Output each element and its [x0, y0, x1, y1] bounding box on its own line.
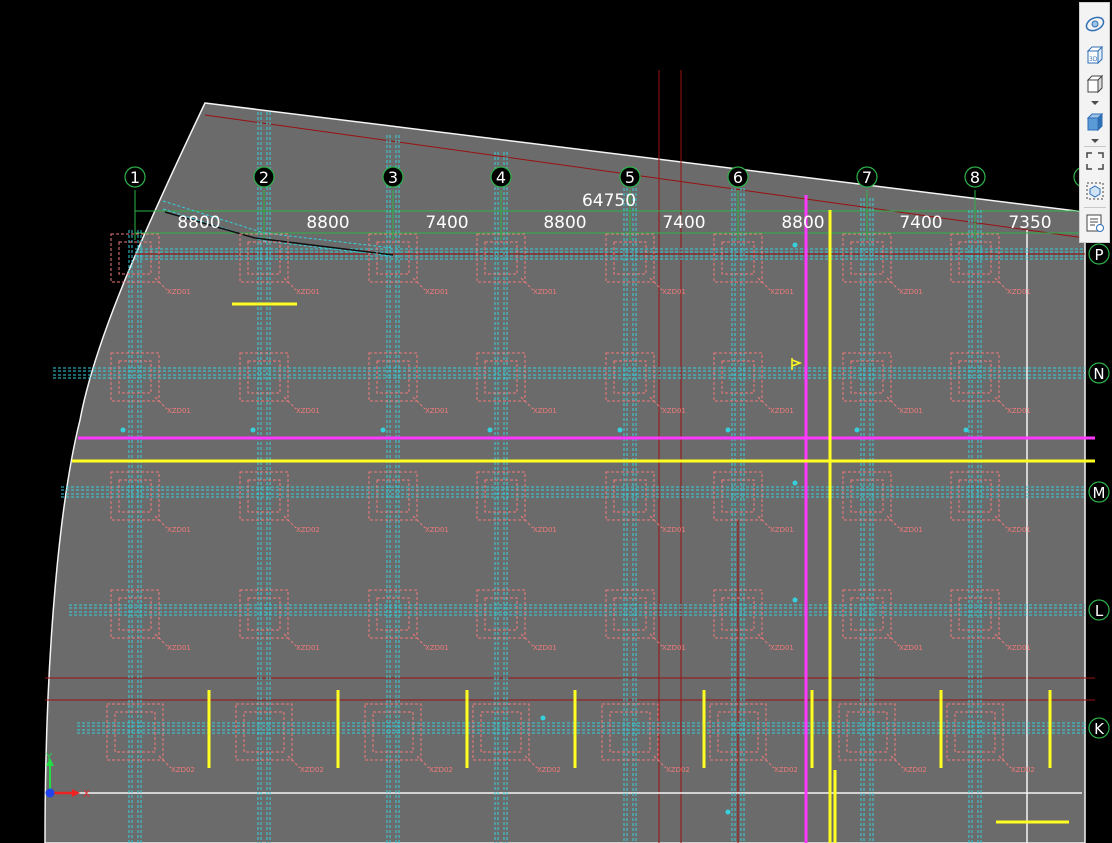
footing-tag: XZD01 — [899, 407, 923, 415]
footing-tag: XZD01 — [533, 288, 557, 296]
footing-tag: XZD01 — [770, 644, 794, 652]
footing-tag: XZD01 — [533, 644, 557, 652]
footing-tag: XZD01 — [167, 288, 191, 296]
beam-marker — [725, 427, 731, 433]
shaded-cube-icon — [1086, 112, 1104, 132]
span-dimension-text: 8800 — [306, 213, 349, 233]
grid-label-column: 2 — [259, 168, 269, 187]
view-cube-icon — [1086, 74, 1104, 94]
beam-marker — [380, 427, 386, 433]
footing-tag: XZD01 — [770, 407, 794, 415]
footing-tag: XZD02 — [666, 766, 690, 774]
footing-tag: XZD01 — [899, 288, 923, 296]
footing-tag: XZD01 — [533, 407, 557, 415]
footing-tag: XZD01 — [425, 644, 449, 652]
footing-tag: XZD02 — [171, 766, 195, 774]
grid-label-row: N — [1093, 365, 1104, 383]
3d-view-button[interactable]: 3D — [1083, 43, 1107, 67]
grid-label-row: L — [1095, 602, 1104, 620]
cad-viewport[interactable]: XZD01 XZD01 XZD01 XZD01 XZD01 XZD01 XZD01 XZD01… — [0, 0, 1112, 843]
footing-tag: XZD02 — [903, 766, 927, 774]
orbit-icon — [1085, 16, 1105, 32]
svg-text:3D: 3D — [1089, 56, 1098, 63]
beam-marker — [725, 809, 731, 815]
grid-label-row: M — [1093, 484, 1106, 502]
footing-tag: XZD01 — [296, 644, 320, 652]
ucs-origin — [45, 788, 55, 798]
drawing-canvas[interactable]: XZD01 XZD01 XZD01 XZD01 XZD01 XZD01 XZD01 XZD01… — [0, 0, 1112, 843]
grid-label-column: 3 — [388, 168, 398, 187]
span-dimension-text: 7350 — [1008, 213, 1051, 233]
footing-tag: XZD02 — [1011, 766, 1035, 774]
ucs-x-label: X — [83, 789, 90, 800]
properties-list-icon — [1086, 214, 1104, 232]
footing-tag: XZD01 — [1007, 288, 1031, 296]
isolate-objects-icon — [1086, 182, 1104, 200]
span-dimension-text: 8800 — [177, 213, 220, 233]
3d-view-icon: 3D — [1086, 45, 1104, 65]
footing-tag: XZD01 — [1007, 526, 1031, 534]
isolate-objects-button[interactable] — [1083, 179, 1107, 203]
footing-tag: XZD01 — [1007, 407, 1031, 415]
ucs-y-label: Y — [45, 752, 53, 763]
footing-tag: XZD01 — [899, 526, 923, 534]
footing-tag: XZD01 — [296, 407, 320, 415]
footing-tag: XZD01 — [662, 288, 686, 296]
footing-tag: XZD02 — [774, 766, 798, 774]
beam-marker — [792, 242, 798, 248]
shade-mode-dropdown[interactable] — [1091, 139, 1099, 143]
footing-tag: XZD01 — [662, 526, 686, 534]
footing-tag: XZD01 — [425, 288, 449, 296]
grid-label-column: 6 — [733, 168, 743, 187]
beam-marker — [487, 427, 493, 433]
footing-tag: XZD01 — [296, 288, 320, 296]
grid-label-column: 5 — [625, 168, 635, 187]
grid-label-column: 1 — [130, 168, 140, 187]
view-cube-dropdown[interactable] — [1091, 101, 1099, 105]
view-toolbar: 3D — [1079, 2, 1110, 243]
footing-tag: XZD02 — [537, 766, 561, 774]
beam-marker — [792, 480, 798, 486]
grid-label-row: K — [1094, 720, 1105, 738]
beam-marker — [540, 715, 546, 721]
zoom-extents-button[interactable] — [1083, 149, 1107, 173]
grid-label-column: 8 — [970, 168, 980, 187]
footing-tag: XZD02 — [296, 526, 320, 534]
beam-marker — [792, 597, 798, 603]
span-dimension-text: 8800 — [781, 213, 824, 233]
footing-tag: XZD01 — [1007, 644, 1031, 652]
beam-marker — [963, 427, 969, 433]
grid-label-column: 7 — [862, 168, 872, 187]
span-dimension-text: 8800 — [543, 213, 586, 233]
zoom-extents-icon — [1086, 152, 1104, 170]
footing-tag: XZD01 — [167, 526, 191, 534]
beam-marker — [250, 427, 256, 433]
footing-tag: XZD02 — [300, 766, 324, 774]
span-dimension-text: 7400 — [899, 213, 942, 233]
footing-tag: XZD01 — [662, 644, 686, 652]
grid-label-row: P — [1094, 246, 1103, 264]
properties-list-button[interactable] — [1083, 211, 1107, 235]
view-cube-button[interactable] — [1083, 72, 1107, 96]
orbit-button[interactable] — [1083, 12, 1107, 36]
footing-tag: XZD01 — [425, 526, 449, 534]
total-dimension-text: 64750 — [582, 191, 636, 211]
footing-tag: XZD01 — [533, 526, 557, 534]
footing-tag: XZD01 — [770, 288, 794, 296]
shaded-cube-button[interactable] — [1083, 110, 1107, 134]
footing-tag: XZD01 — [899, 644, 923, 652]
span-dimension-text: 7400 — [425, 213, 468, 233]
footing-tag: XZD01 — [425, 407, 449, 415]
footing-tag: XZD01 — [662, 407, 686, 415]
beam-marker — [617, 427, 623, 433]
footing-tag: XZD01 — [167, 407, 191, 415]
grid-label-column: 4 — [496, 168, 506, 187]
footing-tag: XZD01 — [167, 644, 191, 652]
beam-marker — [854, 427, 860, 433]
beam-marker — [120, 427, 126, 433]
span-dimension-text: 7400 — [662, 213, 705, 233]
footing-tag: XZD01 — [770, 526, 794, 534]
footing-tag: XZD02 — [429, 766, 453, 774]
